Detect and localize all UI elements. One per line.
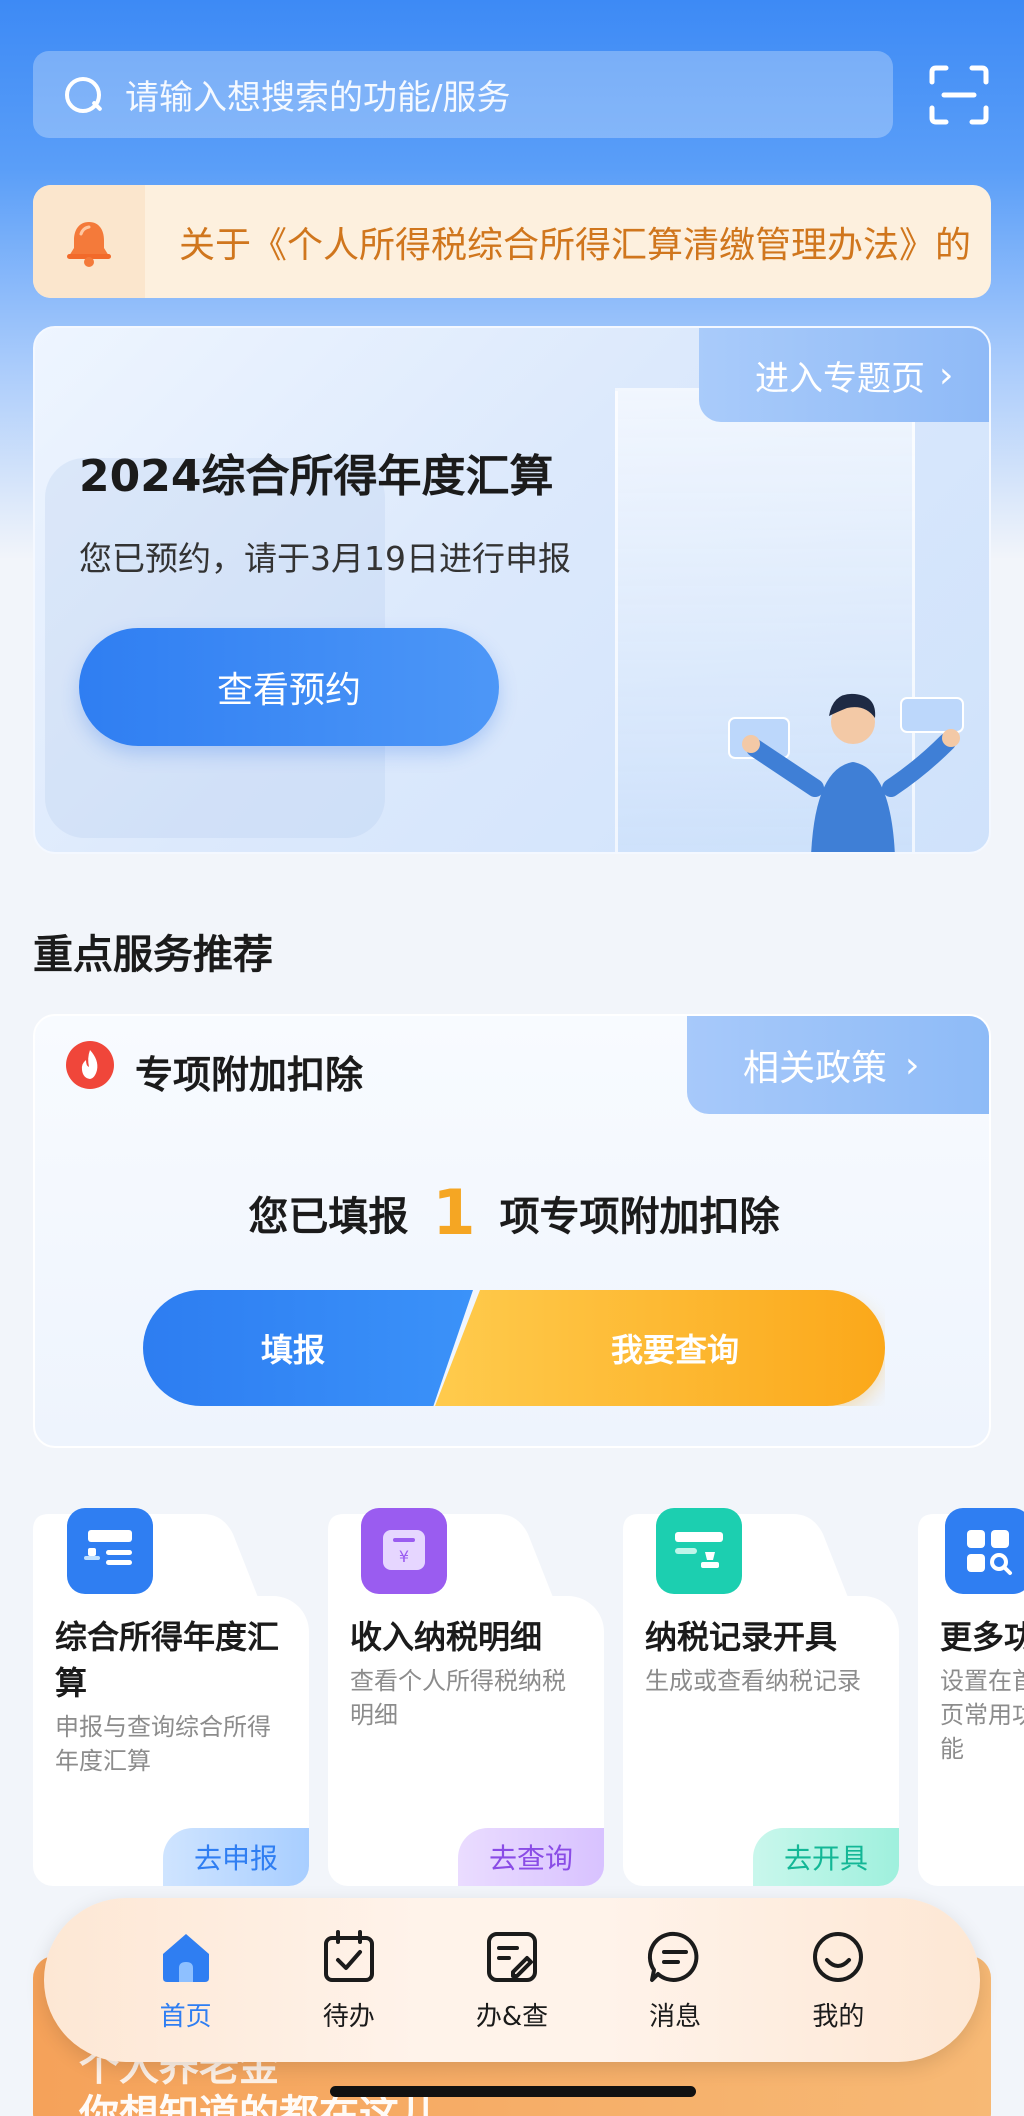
- issue-button[interactable]: 去开具: [753, 1828, 899, 1886]
- home-indicator: [330, 2086, 696, 2097]
- nav-label: 我的: [812, 2001, 865, 2032]
- topic-page-link[interactable]: 进入专题页 ›: [699, 328, 989, 422]
- document-edit-icon: [486, 1931, 537, 1982]
- smile-icon: [813, 1931, 864, 1982]
- bottom-navigation: 首页 待办 办&查 消息 我的: [44, 1898, 980, 2062]
- person-illustration: [728, 693, 964, 852]
- service-card-income-detail[interactable]: 收入纳税明细 查看个人所得税纳税明细 去查询: [328, 1596, 604, 1886]
- service-desc: 设置在首页常用功能: [940, 1667, 1024, 1763]
- service-title: 更多功能: [940, 1618, 1024, 1656]
- message-icon: [648, 1931, 699, 1982]
- svg-text:¥: ¥: [399, 1547, 409, 1566]
- deduction-count: 1: [432, 1176, 476, 1249]
- service-title: 收入纳税明细: [350, 1618, 543, 1656]
- nav-home[interactable]: 首页: [126, 1928, 246, 2033]
- scan-icon[interactable]: [928, 64, 990, 126]
- service-desc: 查看个人所得税纳税明细: [350, 1667, 566, 1729]
- status-prefix: 您已填报: [248, 1194, 409, 1240]
- service-card-more[interactable]: 更多功能 设置在首页常用功能: [918, 1596, 1024, 1886]
- topic-page-label: 进入专题页: [755, 358, 925, 399]
- query-detail-button[interactable]: 去查询: [458, 1828, 604, 1886]
- notice-banner[interactable]: 关于《个人所得税综合所得汇算清缴管理办法》的: [33, 185, 991, 298]
- service-title: 纳税记录开具: [645, 1618, 838, 1656]
- bell-icon-container: [33, 185, 145, 298]
- nav-label: 办&查: [475, 2001, 549, 2032]
- deduction-title: 专项附加扣除: [135, 1053, 364, 1097]
- grid-search-icon: [967, 1530, 1012, 1575]
- nav-label: 消息: [649, 2001, 702, 2032]
- search-placeholder: 请输入想搜索的功能/服务: [125, 78, 511, 118]
- nav-label: 待办: [322, 2001, 375, 2032]
- nav-mine[interactable]: 我的: [778, 1928, 898, 2033]
- tax-record-icon: [656, 1508, 742, 1594]
- view-reservation-button[interactable]: 查看预约: [79, 628, 499, 746]
- wallet-icon: ¥: [383, 1530, 425, 1570]
- chevron-right-icon: ›: [939, 354, 954, 396]
- service-desc: 申报与查询综合所得年度汇算: [55, 1713, 271, 1775]
- flame-icon: [66, 1041, 114, 1089]
- service-card-tax-record[interactable]: 纳税记录开具 生成或查看纳税记录 去开具: [623, 1596, 899, 1886]
- search-icon: [63, 75, 103, 115]
- declare-button[interactable]: 去申报: [163, 1828, 309, 1886]
- annual-settlement-card: 进入专题页 › 2024综合所得年度汇算 您已预约，请于3月19日进行申报 查看…: [33, 326, 991, 854]
- service-card-annual-settlement[interactable]: 综合所得年度汇算 申报与查询综合所得年度汇算 去申报: [33, 1596, 309, 1886]
- nav-label: 首页: [159, 2001, 212, 2032]
- nav-todo[interactable]: 待办: [289, 1928, 409, 2033]
- more-features-icon: [945, 1508, 1024, 1594]
- hero-title: 2024综合所得年度汇算: [79, 451, 554, 502]
- status-suffix: 项专项附加扣除: [499, 1194, 780, 1240]
- section-title: 重点服务推荐: [33, 932, 273, 978]
- special-deduction-card: 专项附加扣除 相关政策 › 您已填报 1 项专项附加扣除 填报 我要查询: [33, 1014, 991, 1448]
- query-button[interactable]: 我要查询: [435, 1290, 885, 1406]
- income-detail-icon: ¥: [361, 1508, 447, 1594]
- search-bar[interactable]: 请输入想搜索的功能/服务: [33, 51, 893, 138]
- stamp-icon: [675, 1532, 723, 1568]
- service-title: 综合所得年度汇算: [55, 1618, 280, 1702]
- service-desc: 生成或查看纳税记录: [645, 1667, 861, 1695]
- home-icon: [162, 1933, 209, 1982]
- fill-report-button[interactable]: 填报: [143, 1290, 473, 1406]
- calculator-icon: [84, 1530, 132, 1565]
- deduction-status: 您已填报 1 项专项附加扣除: [35, 1176, 989, 1249]
- related-policy-label: 相关政策: [743, 1048, 888, 1089]
- nav-handle-query[interactable]: 办&查: [452, 1928, 572, 2033]
- chevron-right-icon: ›: [905, 1044, 920, 1086]
- related-policy-link[interactable]: 相关政策 ›: [687, 1016, 989, 1114]
- bell-icon: [67, 221, 111, 267]
- notice-text: 关于《个人所得税综合所得汇算清缴管理办法》的: [179, 224, 972, 266]
- annual-settlement-icon: [67, 1508, 153, 1594]
- nav-messages[interactable]: 消息: [615, 1928, 735, 2033]
- calendar-check-icon: [323, 1929, 374, 1982]
- hero-subtitle: 您已预约，请于3月19日进行申报: [79, 539, 571, 578]
